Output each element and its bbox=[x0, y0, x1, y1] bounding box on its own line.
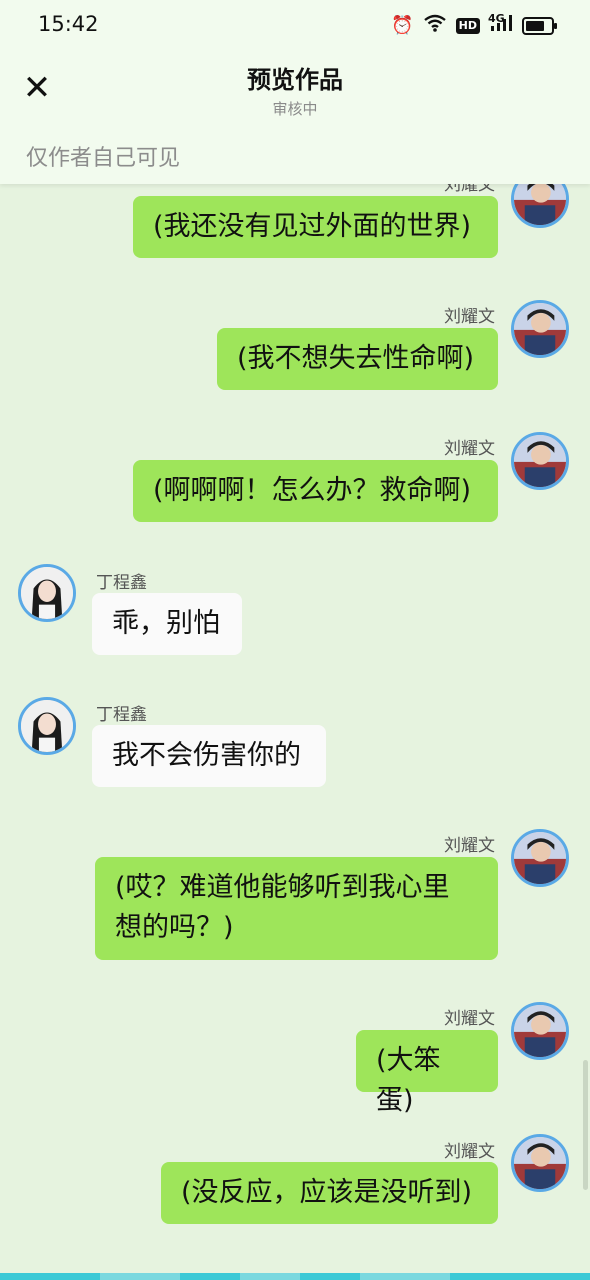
hd-icon: HD bbox=[455, 18, 480, 34]
battery-icon bbox=[522, 17, 557, 35]
sender-name: 丁程鑫 bbox=[96, 705, 147, 725]
sender-name: 丁程鑫 bbox=[96, 573, 147, 593]
status-time: 15:42 bbox=[38, 12, 99, 36]
chat-bubble[interactable]: 我不会伤害你的 bbox=[92, 725, 326, 787]
network-type-label: 4G bbox=[488, 12, 505, 25]
avatar-liu-icon[interactable] bbox=[511, 1002, 569, 1060]
signal-4g-icon: 4G bbox=[488, 12, 512, 38]
chat-bubble[interactable]: (啊啊啊！怎么办？救命啊) bbox=[133, 460, 498, 522]
sender-name: 刘耀文 bbox=[444, 1009, 495, 1029]
chat-bubble[interactable]: (大笨蛋) bbox=[356, 1030, 498, 1116]
bottom-progress-strip bbox=[0, 1273, 590, 1280]
top-bar: 15:42 ⏰ HD 4G ✕ 预览作品 审核中 仅作者自己可见 bbox=[0, 0, 590, 184]
avatar-liu-icon[interactable] bbox=[511, 1134, 569, 1192]
avatar-liu-icon[interactable] bbox=[511, 300, 569, 358]
avatar-liu-icon[interactable] bbox=[511, 829, 569, 887]
visibility-note: 仅作者自己可见 bbox=[26, 146, 181, 171]
status-bar: 15:42 ⏰ HD 4G bbox=[0, 0, 590, 52]
review-status: 审核中 bbox=[272, 100, 318, 118]
bubble-line: (哎？难道他能够听到我心里 bbox=[115, 872, 450, 903]
chat-bubble[interactable]: (我还没有见过外面的世界) bbox=[133, 196, 498, 258]
wifi-icon bbox=[423, 14, 446, 38]
avatar-ding-icon[interactable] bbox=[18, 564, 76, 622]
sender-name: 刘耀文 bbox=[444, 1142, 495, 1162]
status-icons: ⏰ HD 4G bbox=[391, 12, 557, 38]
avatar-ding-icon[interactable] bbox=[18, 697, 76, 755]
alarm-icon: ⏰ bbox=[391, 15, 414, 36]
scrollbar[interactable] bbox=[583, 1060, 588, 1190]
sender-name: 刘耀文 bbox=[444, 307, 495, 327]
chat-bubble[interactable]: 乖，别怕 bbox=[92, 593, 242, 655]
page-title: 预览作品 bbox=[247, 66, 343, 94]
chat-bubble[interactable]: (哎？难道他能够听到我心里 想的吗？) bbox=[95, 857, 498, 960]
bubble-line: 想的吗？) bbox=[115, 912, 234, 943]
strip-segment bbox=[100, 1273, 180, 1280]
sender-name: 刘耀文 bbox=[444, 439, 495, 459]
avatar-liu-icon[interactable] bbox=[511, 432, 569, 490]
chat-bubble[interactable]: (没反应，应该是没听到) bbox=[161, 1162, 498, 1224]
strip-segment bbox=[360, 1273, 450, 1280]
strip-segment bbox=[240, 1273, 300, 1280]
chat-bubble[interactable]: (我不想失去性命啊) bbox=[217, 328, 498, 390]
sender-name: 刘耀文 bbox=[444, 836, 495, 856]
